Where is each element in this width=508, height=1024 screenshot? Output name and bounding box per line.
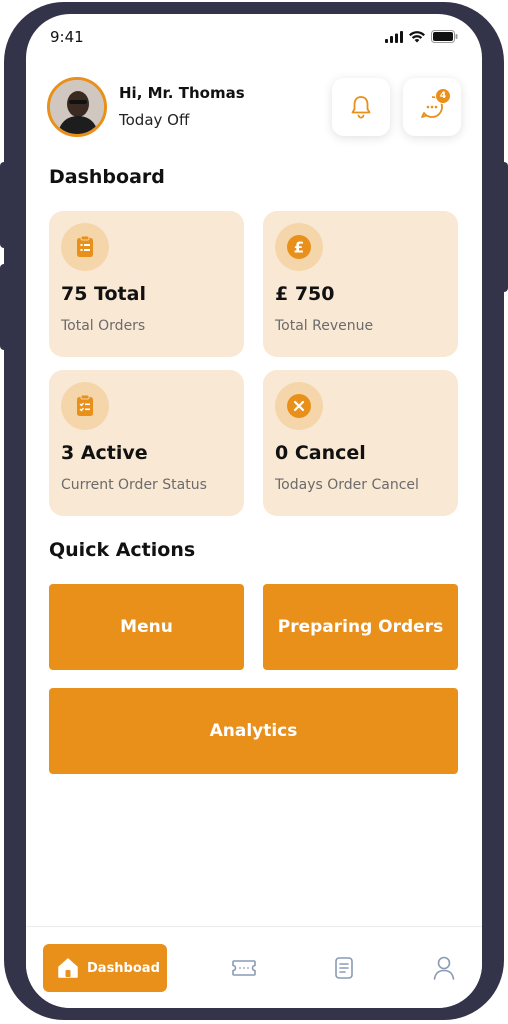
- status-time: 9:41: [50, 28, 84, 46]
- user-photo-icon: [50, 80, 104, 134]
- card-icon-wrap: [275, 382, 323, 430]
- card-label: Todays Order Cancel: [275, 477, 419, 493]
- nav-dashboard-tab[interactable]: Dashboad: [43, 944, 167, 992]
- clipboard-check-icon: [77, 394, 93, 416]
- notifications-button[interactable]: [332, 78, 390, 136]
- preparing-orders-button[interactable]: Preparing Orders: [263, 584, 458, 670]
- availability-status: Today Off: [119, 111, 190, 129]
- message-count-badge: 4: [435, 88, 451, 104]
- nav-dashboard-label: Dashboad: [87, 960, 160, 976]
- card-label: Total Revenue: [275, 318, 374, 334]
- status-icons: [385, 30, 458, 43]
- nav-ticket-tab[interactable]: [231, 955, 257, 981]
- home-icon: [58, 958, 78, 978]
- bell-icon: [351, 96, 371, 119]
- power-button: [498, 162, 508, 292]
- wifi-icon: [409, 30, 425, 42]
- card-icon-wrap: [61, 223, 109, 271]
- document-icon: [335, 957, 353, 979]
- analytics-button[interactable]: Analytics: [49, 688, 458, 774]
- card-value: £ 750: [275, 283, 335, 305]
- cancelled-orders-card[interactable]: 0 Cancel Todays Order Cancel: [263, 370, 458, 516]
- card-value: 0 Cancel: [275, 442, 366, 464]
- svg-text:£: £: [294, 239, 304, 257]
- app-screen: 9:41 Hi, Mr. Thomas Today Off 4 Dashboar…: [26, 14, 482, 1008]
- volume-down-button: [0, 264, 10, 350]
- nav-orders-tab[interactable]: [331, 955, 357, 981]
- signal-icon: [385, 30, 403, 43]
- bottom-nav: Dashboad: [26, 926, 482, 1008]
- messages-button[interactable]: 4: [403, 78, 461, 136]
- nav-profile-tab[interactable]: [431, 955, 457, 981]
- avatar[interactable]: [47, 77, 107, 137]
- clipboard-list-icon: [77, 235, 93, 257]
- card-icon-wrap: [61, 382, 109, 430]
- card-label: Total Orders: [61, 318, 146, 334]
- cancel-circle-icon: [287, 394, 311, 418]
- total-revenue-card[interactable]: £ £ 750 Total Revenue: [263, 211, 458, 357]
- dashboard-title: Dashboard: [49, 166, 165, 188]
- menu-button[interactable]: Menu: [49, 584, 244, 670]
- pound-coin-icon: £: [287, 235, 311, 259]
- total-orders-card[interactable]: 75 Total Total Orders: [49, 211, 244, 357]
- card-label: Current Order Status: [61, 477, 207, 493]
- ticket-icon: [232, 960, 256, 976]
- card-icon-wrap: £: [275, 223, 323, 271]
- volume-up-button: [0, 162, 10, 248]
- card-value: 3 Active: [61, 442, 148, 464]
- active-orders-card[interactable]: 3 Active Current Order Status: [49, 370, 244, 516]
- greeting: Hi, Mr. Thomas: [119, 84, 245, 102]
- card-value: 75 Total: [61, 283, 146, 305]
- user-icon: [433, 956, 455, 980]
- battery-icon: [431, 30, 458, 43]
- quick-actions-title: Quick Actions: [49, 539, 196, 561]
